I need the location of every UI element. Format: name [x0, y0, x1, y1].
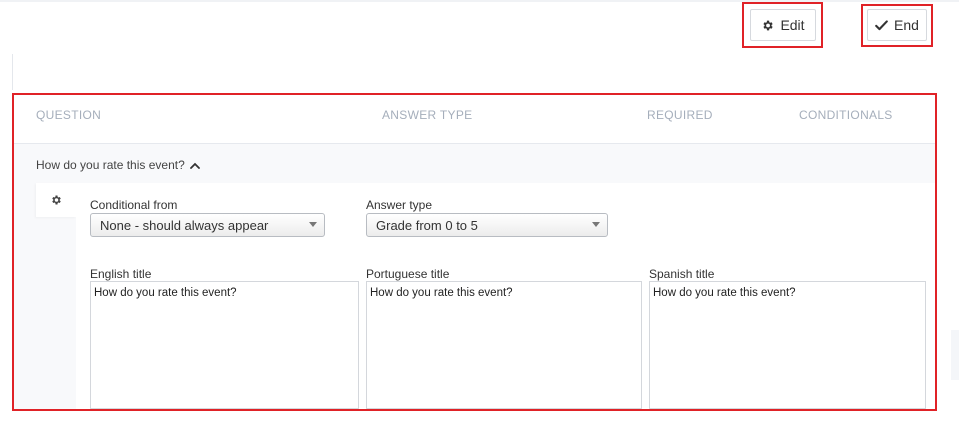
- end-highlight-box: [861, 4, 933, 47]
- table-highlight-box: [12, 93, 937, 411]
- left-divider: [12, 54, 13, 90]
- edit-highlight-box: [742, 2, 823, 48]
- right-edge-panel: [951, 330, 959, 380]
